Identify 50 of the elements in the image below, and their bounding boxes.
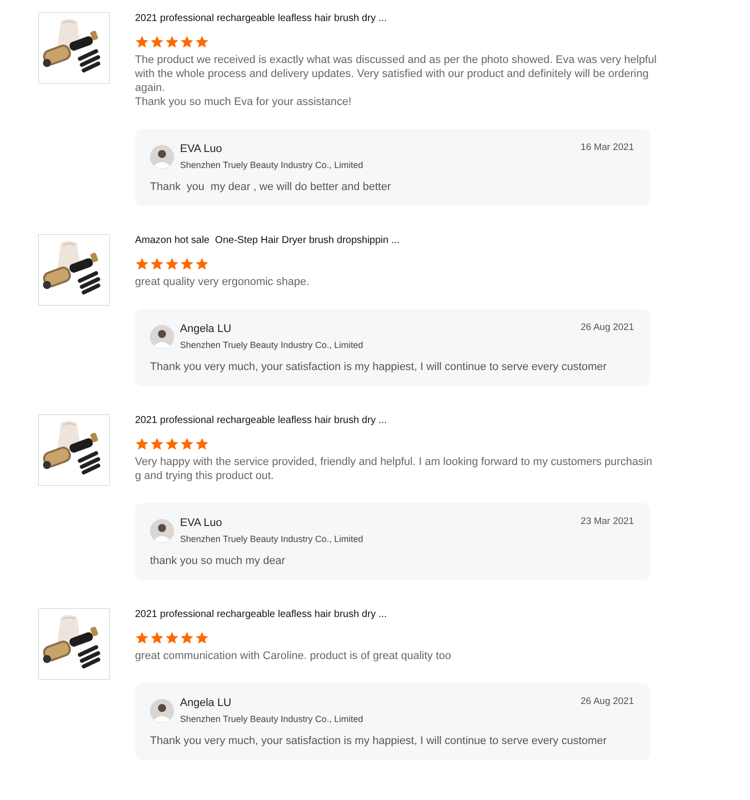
company-name: Shenzhen Truely Beauty Industry Co., Limited	[180, 534, 364, 544]
reply-text: Thank you my dear , we will do better and better	[150, 181, 392, 193]
avatar-icon	[150, 699, 174, 723]
star-icon	[135, 257, 149, 271]
review-text: The product we received is exactly what was discussed and as per the photo showed. Eva was very helpful with the whole process and delivery updates. Very satisfied with our product and definitely will be ordering again.	[135, 53, 658, 95]
star-icon	[150, 437, 164, 451]
product-title[interactable]: Amazon hot sale One-Step Hair Dryer brush dropshippin ...	[135, 234, 680, 248]
reply-date: 26 Aug 2021	[580, 322, 634, 333]
reply-text: Thank you very much, your satisfaction is my happiest, I will continue to serve every customer	[150, 735, 608, 747]
avatar-icon	[150, 325, 174, 349]
avatar-icon	[150, 145, 174, 169]
replier-name: EVA Luo	[180, 516, 223, 530]
product-title[interactable]: 2021 professional rechargeable leafless hair brush dry ...	[135, 12, 680, 26]
review-text: great communication with Caroline. product is of great quality too	[135, 649, 452, 663]
star-icon	[165, 631, 179, 645]
star-icon	[195, 437, 209, 451]
star-icon	[135, 437, 149, 451]
star-icon	[180, 631, 194, 645]
star-icon	[165, 257, 179, 271]
reply-text: thank you so much my dear	[150, 555, 286, 567]
product-title[interactable]: 2021 professional rechargeable leafless hair brush dry ...	[135, 414, 680, 428]
company-name: Shenzhen Truely Beauty Industry Co., Limited	[180, 160, 364, 170]
review-text: great quality very ergonomic shape.	[135, 275, 310, 289]
reply-date: 26 Aug 2021	[580, 696, 634, 707]
replier-name: EVA Luo	[180, 142, 223, 156]
star-icon	[135, 35, 149, 49]
star-icon	[180, 257, 194, 271]
reply-date: 23 Mar 2021	[580, 516, 634, 527]
reply-text: Thank you very much, your satisfaction is my happiest, I will continue to serve every customer	[150, 361, 608, 373]
star-icon	[165, 437, 179, 451]
company-name: Shenzhen Truely Beauty Industry Co., Limited	[180, 340, 364, 350]
avatar-icon	[150, 519, 174, 543]
star-icon	[195, 257, 209, 271]
replier-name: Angela LU	[180, 322, 232, 336]
star-icon	[150, 35, 164, 49]
replier-name: Angela LU	[180, 696, 232, 710]
product-title[interactable]: 2021 professional rechargeable leafless hair brush dry ...	[135, 608, 680, 622]
review-text: g and trying this product out.	[135, 469, 275, 483]
reply-date: 16 Mar 2021	[580, 142, 634, 153]
star-icon	[180, 437, 194, 451]
star-icon	[150, 631, 164, 645]
star-icon	[165, 35, 179, 49]
star-icon	[150, 257, 164, 271]
review-text: Thank you so much Eva for your assistance!	[135, 95, 352, 109]
company-name: Shenzhen Truely Beauty Industry Co., Limited	[180, 714, 364, 724]
review-text: Very happy with the service provided, friendly and helpful. I am looking forward to my customers purchasin	[135, 455, 654, 469]
star-icon	[180, 35, 194, 49]
star-icon	[135, 631, 149, 645]
star-icon	[195, 35, 209, 49]
star-icon	[195, 631, 209, 645]
